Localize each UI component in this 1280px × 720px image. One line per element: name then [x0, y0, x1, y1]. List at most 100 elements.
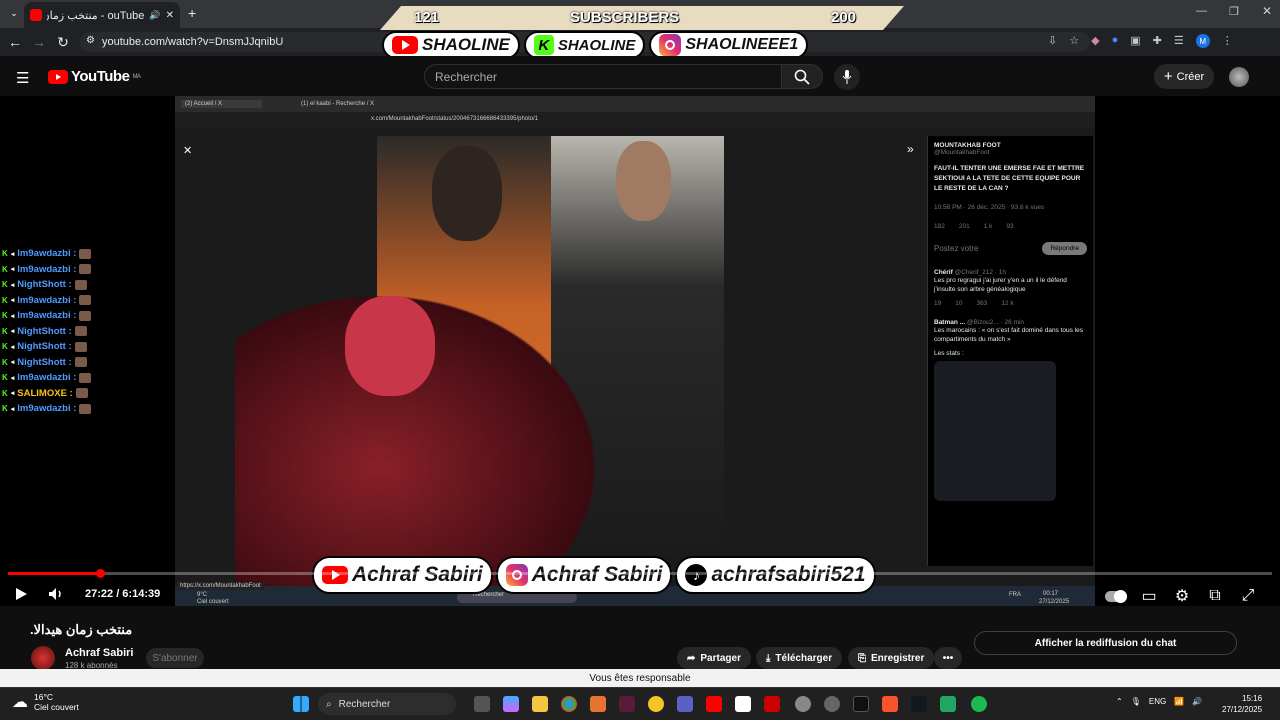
windows-start-icon[interactable]: [293, 696, 309, 712]
youtube-handle-bottom: Achraf Sabiri: [312, 556, 493, 594]
speaker-icon[interactable]: 🔊: [1192, 697, 1202, 706]
task-view-icon[interactable]: [474, 696, 490, 712]
account-avatar[interactable]: [1229, 67, 1249, 87]
miniplayer-icon[interactable]: ⧉: [1204, 585, 1226, 607]
chat-username: NightShott :: [17, 341, 72, 352]
coach-head: [616, 141, 671, 221]
create-button[interactable]: + Créer: [1154, 64, 1214, 89]
subtitles-icon[interactable]: ▭: [1138, 585, 1160, 607]
language-indicator[interactable]: ENG: [1149, 697, 1166, 706]
chat-username: lm9awdazbi :: [17, 310, 77, 321]
netflix-icon[interactable]: [764, 696, 780, 712]
search-icon: ⌕: [326, 698, 332, 710]
kick-handle: K SHAOLINE: [523, 31, 646, 59]
taskbar-search[interactable]: ⌕ Rechercher: [318, 693, 456, 715]
video-screen-capture: (2) Accueil / X (1) el kaabi - Recherche…: [175, 96, 1095, 608]
install-icon[interactable]: ⇩: [1048, 34, 1057, 48]
emote-icon: [75, 388, 88, 398]
youtube-handle: SHAOLINE: [382, 31, 520, 59]
voice-search-button[interactable]: [834, 64, 860, 90]
reply-1: Chérif @Cherif_212 · 1h Les pro regragui…: [934, 269, 1067, 307]
weather-widget[interactable]: ☁ 16°C Ciel couvert: [12, 692, 79, 712]
extension-icon[interactable]: ●: [1112, 34, 1119, 48]
search-input[interactable]: Rechercher: [424, 64, 782, 89]
emote-icon: [79, 403, 92, 414]
time-display: 27:22 / 6:14:39: [85, 588, 161, 600]
fullscreen-icon[interactable]: ⤢: [1237, 585, 1259, 607]
tab-search-button[interactable]: ⌄: [4, 3, 24, 23]
chrome-icon[interactable]: [561, 696, 577, 712]
youtube-logo[interactable]: YouTube MA: [48, 68, 141, 85]
tiktok-handle-bottom: ♪ achrafsabiri521: [675, 556, 876, 594]
youtube-logo-icon: [322, 566, 348, 584]
taskbar-clock[interactable]: 15:16 27/12/2025: [1222, 693, 1262, 715]
volume-button[interactable]: [45, 583, 67, 605]
chat-username: lm9awdazbi :: [17, 248, 77, 259]
app-icon[interactable]: [619, 696, 635, 712]
reply-2: Batman ... @Bizou2... · 26 min Les maroc…: [934, 319, 1087, 501]
chat-username: lm9awdazbi :: [17, 294, 77, 306]
channel-name[interactable]: Achraf Sabiri: [65, 647, 133, 659]
back-icon[interactable]: ←: [3, 30, 27, 54]
reload-icon[interactable]: ↻: [51, 30, 75, 54]
bookmark-icon: ⎘: [858, 652, 866, 664]
plus-icon: +: [1163, 68, 1173, 85]
chat-message: K ◂ NightShott :: [2, 279, 87, 290]
speaker-icon: ◂: [10, 359, 15, 366]
teams-icon[interactable]: [677, 696, 693, 712]
microphone-icon[interactable]: 🎙: [1131, 697, 1141, 706]
app-icon[interactable]: [648, 696, 664, 712]
microphone-icon: [842, 70, 852, 84]
close-window-icon[interactable]: ✕: [1262, 4, 1272, 18]
app-icon[interactable]: [590, 696, 606, 712]
chat-replay-button[interactable]: Afficher la rediffusion du chat: [974, 631, 1237, 655]
share-button[interactable]: ➦ Partager: [677, 647, 751, 669]
tweet-author: MOUNTAKHAB FOOT: [934, 142, 1001, 149]
spotify-icon[interactable]: [971, 696, 987, 712]
puzzle-icon[interactable]: ✚: [1153, 34, 1162, 48]
more-actions-button[interactable]: •••: [934, 647, 962, 669]
tradingview-icon[interactable]: [911, 696, 927, 712]
close-photo-icon: ✕: [183, 145, 193, 157]
active-tab[interactable]: ouTube - منتخب زمان هيدالا 🔊 ✕: [24, 2, 180, 28]
app-icon[interactable]: [795, 696, 811, 712]
progress-bar[interactable]: [8, 572, 1272, 575]
maximize-icon[interactable]: ❐: [1229, 5, 1239, 18]
wifi-icon[interactable]: 📶: [1174, 697, 1184, 706]
search-icon: [794, 69, 810, 85]
app-icon[interactable]: [735, 696, 751, 712]
save-button[interactable]: ⎘ Enregistrer: [848, 647, 935, 669]
download-button[interactable]: ⤓ Télécharger: [756, 647, 843, 669]
menu-kebab-icon[interactable]: ⋮: [1222, 34, 1233, 48]
site-info-icon[interactable]: ⚙: [86, 35, 95, 46]
close-tab-icon[interactable]: ✕: [166, 10, 174, 21]
app-icon[interactable]: [853, 696, 869, 712]
play-button[interactable]: [10, 583, 32, 605]
search-button[interactable]: [781, 64, 823, 89]
subscribe-button[interactable]: S'abonner: [146, 648, 204, 668]
app-icon[interactable]: [824, 696, 840, 712]
extension-icon[interactable]: ◆: [1091, 34, 1099, 48]
brave-icon[interactable]: [882, 696, 898, 712]
kick-badge-icon: K: [2, 404, 8, 413]
new-tab-button[interactable]: +: [188, 5, 196, 21]
chat-message: K ◂ NightShott :: [2, 341, 87, 352]
copilot-icon[interactable]: [503, 696, 519, 712]
bookmark-star-icon[interactable]: ☆: [1069, 34, 1079, 48]
profile-avatar[interactable]: M: [1195, 34, 1210, 48]
tweet-text: FAUT-IL TENTER UNE EMERSE FAE ET METTRE …: [934, 165, 1085, 192]
kick-badge-icon: K: [2, 326, 8, 336]
forward-icon[interactable]: →: [27, 30, 51, 54]
chevron-up-icon[interactable]: ⌃: [1116, 697, 1123, 706]
app-icon[interactable]: [940, 696, 956, 712]
minimize-icon[interactable]: —: [1196, 5, 1207, 17]
channel-avatar[interactable]: [31, 646, 55, 670]
youtube-app-icon[interactable]: [706, 696, 722, 712]
file-explorer-icon[interactable]: [532, 696, 548, 712]
hamburger-menu-icon[interactable]: ☰: [16, 69, 29, 87]
queue-icon[interactable]: ☰: [1174, 34, 1184, 48]
extension-icon[interactable]: ▣: [1130, 34, 1140, 48]
autoplay-toggle[interactable]: [1105, 589, 1127, 603]
settings-gear-icon[interactable]: ⚙: [1171, 585, 1193, 607]
url-text: youtube.com/watch?v=DnsmJJqnibU: [102, 36, 284, 48]
